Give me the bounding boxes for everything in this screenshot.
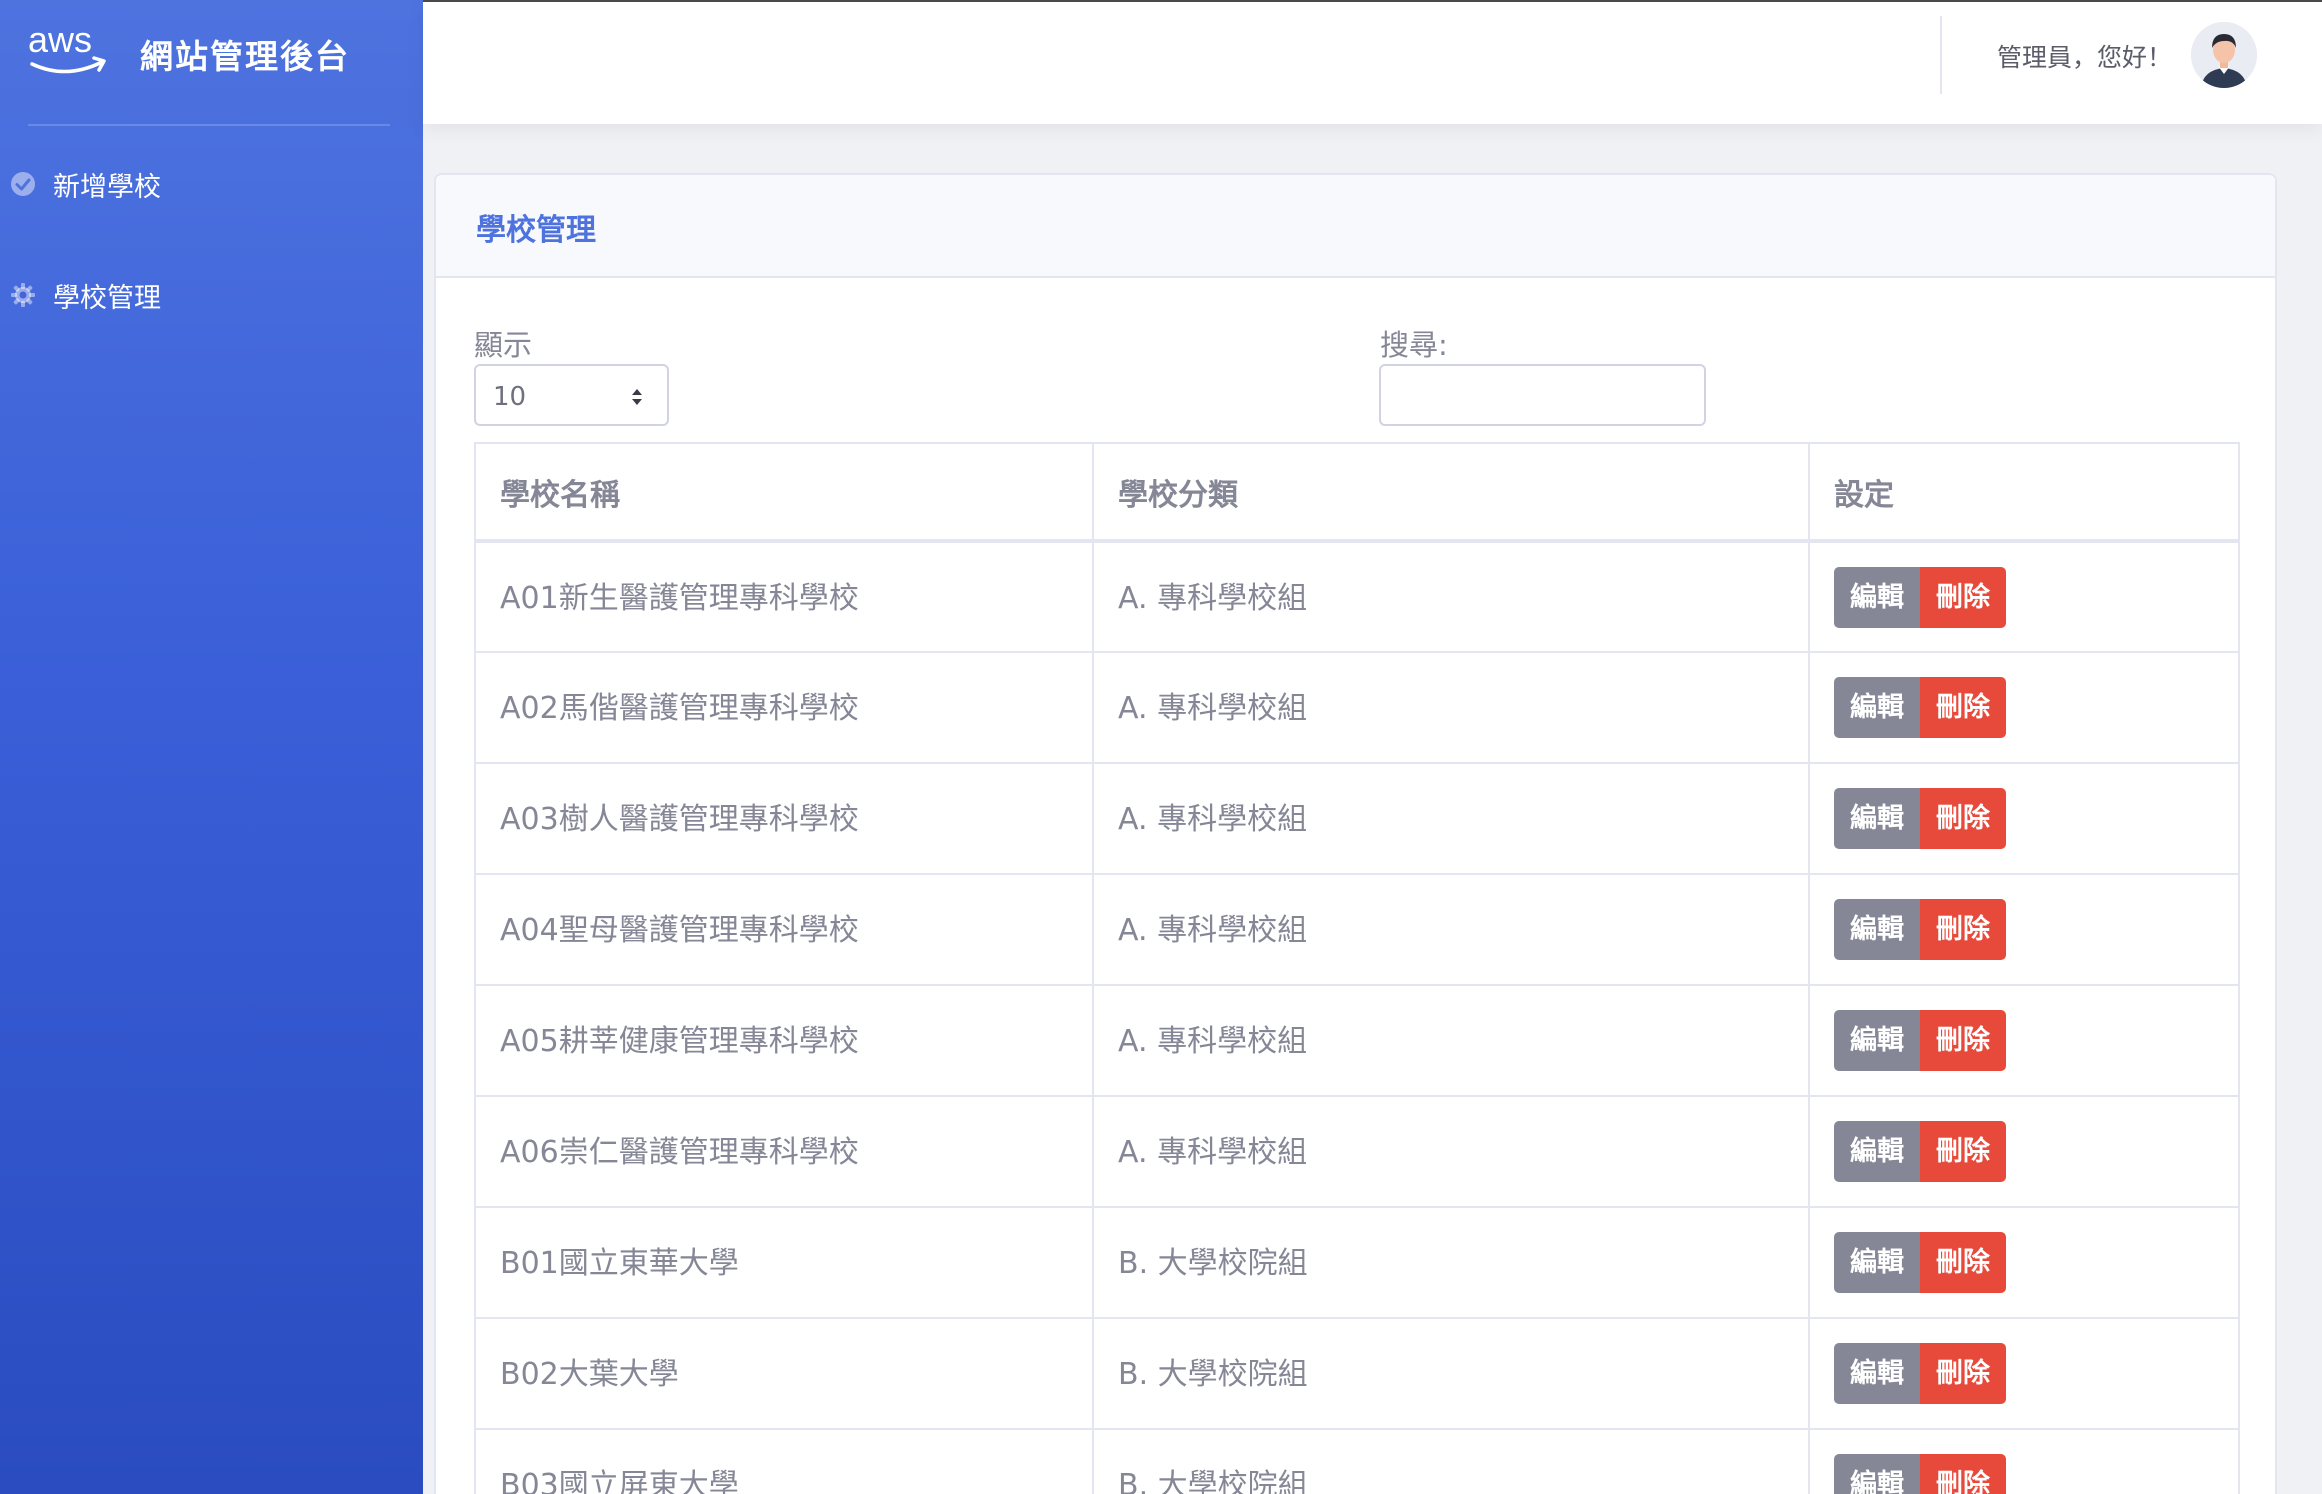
edit-button[interactable]: 編輯	[1834, 1232, 1920, 1293]
delete-button[interactable]: 刪除	[1920, 1232, 2006, 1293]
length-label: 顯示	[474, 328, 533, 362]
search-input[interactable]	[1379, 364, 1706, 426]
settings-cell: 編輯 刪除	[1808, 873, 2240, 986]
check-circle-icon	[11, 172, 35, 196]
school-category-cell: B. 大學校院組	[1092, 1428, 1810, 1494]
search-label: 搜尋:	[1380, 328, 1448, 362]
sidebar-item-label: 新增學校	[53, 171, 161, 203]
table-row: A01新生醫護管理專科學校 A. 專科學校組 編輯 刪除	[474, 540, 2240, 653]
delete-button[interactable]: 刪除	[1920, 1454, 2006, 1494]
edit-button[interactable]: 編輯	[1834, 788, 1920, 849]
brand-title: 網站管理後台	[140, 37, 350, 76]
delete-button[interactable]: 刪除	[1920, 1010, 2006, 1071]
delete-button[interactable]: 刪除	[1920, 788, 2006, 849]
school-name-cell: B03國立屏東大學	[474, 1428, 1094, 1494]
school-name-cell: B02大葉大學	[474, 1317, 1094, 1430]
aws-logo-icon: aws	[28, 19, 106, 74]
school-name-cell: B01國立東華大學	[474, 1206, 1094, 1319]
page-length-select[interactable]: 10	[474, 364, 669, 426]
table-row: B01國立東華大學 B. 大學校院組 編輯 刪除	[474, 1206, 2240, 1319]
sidebar-divider	[28, 124, 390, 126]
user-greeting[interactable]: 管理員，您好！	[1997, 38, 2172, 74]
delete-button[interactable]: 刪除	[1920, 899, 2006, 960]
column-header-school-name[interactable]: 學校名稱	[474, 442, 1094, 543]
table-row: A05耕莘健康管理專科學校 A. 專科學校組 編輯 刪除	[474, 984, 2240, 1097]
school-category-cell: B. 大學校院組	[1092, 1317, 1810, 1430]
sidebar: aws 網站管理後台 新增學校 學校管理	[0, 0, 423, 1494]
edit-button[interactable]: 編輯	[1834, 1343, 1920, 1404]
delete-button[interactable]: 刪除	[1920, 567, 2006, 628]
settings-cell: 編輯 刪除	[1808, 1428, 2240, 1494]
table-row: A02馬偕醫護管理專科學校 A. 專科學校組 編輯 刪除	[474, 651, 2240, 764]
table-row: B02大葉大學 B. 大學校院組 編輯 刪除	[474, 1317, 2240, 1430]
school-category-cell: A. 專科學校組	[1092, 873, 1810, 986]
table-row: A04聖母醫護管理專科學校 A. 專科學校組 編輯 刪除	[474, 873, 2240, 986]
edit-button[interactable]: 編輯	[1834, 567, 1920, 628]
delete-button[interactable]: 刪除	[1920, 1121, 2006, 1182]
user-avatar-icon	[2191, 22, 2257, 88]
school-name-cell: A03樹人醫護管理專科學校	[474, 762, 1094, 875]
column-header-school-category[interactable]: 學校分類	[1092, 442, 1810, 543]
edit-button[interactable]: 編輯	[1834, 899, 1920, 960]
settings-cell: 編輯 刪除	[1808, 1317, 2240, 1430]
sidebar-item-label: 學校管理	[53, 282, 161, 314]
gear-icon	[11, 283, 35, 307]
school-category-cell: A. 專科學校組	[1092, 762, 1810, 875]
settings-cell: 編輯 刪除	[1808, 762, 2240, 875]
edit-button[interactable]: 編輯	[1834, 1010, 1920, 1071]
user-avatar[interactable]	[2191, 22, 2257, 88]
school-category-cell: A. 專科學校組	[1092, 984, 1810, 1097]
edit-button[interactable]: 編輯	[1834, 677, 1920, 738]
school-name-cell: A02馬偕醫護管理專科學校	[474, 651, 1094, 764]
settings-cell: 編輯 刪除	[1808, 540, 2240, 653]
school-category-cell: A. 專科學校組	[1092, 651, 1810, 764]
school-name-cell: A05耕莘健康管理專科學校	[474, 984, 1094, 1097]
svg-text:aws: aws	[28, 19, 92, 60]
sidebar-item-add-school[interactable]: 新增學校	[0, 154, 423, 214]
schools-table: 學校名稱 學校分類 設定 A01新生醫護管理專科學校 A. 專科學校組 編輯 刪除 A0…	[474, 442, 2240, 1494]
topbar-divider	[1940, 16, 1942, 94]
table-row: A03樹人醫護管理專科學校 A. 專科學校組 編輯 刪除	[474, 762, 2240, 875]
table-row: A06崇仁醫護管理專科學校 A. 專科學校組 編輯 刪除	[474, 1095, 2240, 1208]
school-name-cell: A06崇仁醫護管理專科學校	[474, 1095, 1094, 1208]
delete-button[interactable]: 刪除	[1920, 677, 2006, 738]
page-length-value: 10	[493, 382, 527, 412]
topbar: 管理員，您好！	[423, 0, 2322, 124]
settings-cell: 編輯 刪除	[1808, 651, 2240, 764]
school-name-cell: A01新生醫護管理專科學校	[474, 540, 1094, 653]
sidebar-brand[interactable]: aws 網站管理後台	[0, 0, 423, 124]
card-header: 學校管理	[436, 175, 2275, 278]
school-name-cell: A04聖母醫護管理專科學校	[474, 873, 1094, 986]
delete-button[interactable]: 刪除	[1920, 1343, 2006, 1404]
school-category-cell: B. 大學校院組	[1092, 1206, 1810, 1319]
card-title: 學校管理	[476, 213, 596, 248]
table-row: B03國立屏東大學 B. 大學校院組 編輯 刪除	[474, 1428, 2240, 1494]
edit-button[interactable]: 編輯	[1834, 1454, 1920, 1494]
sort-arrows-icon	[632, 389, 642, 405]
edit-button[interactable]: 編輯	[1834, 1121, 1920, 1182]
sidebar-item-school-management[interactable]: 學校管理	[0, 265, 423, 325]
column-header-settings[interactable]: 設定	[1808, 442, 2240, 543]
table-header-row: 學校名稱 學校分類 設定	[474, 442, 2240, 543]
school-category-cell: A. 專科學校組	[1092, 1095, 1810, 1208]
school-category-cell: A. 專科學校組	[1092, 540, 1810, 653]
settings-cell: 編輯 刪除	[1808, 1095, 2240, 1208]
settings-cell: 編輯 刪除	[1808, 984, 2240, 1097]
settings-cell: 編輯 刪除	[1808, 1206, 2240, 1319]
